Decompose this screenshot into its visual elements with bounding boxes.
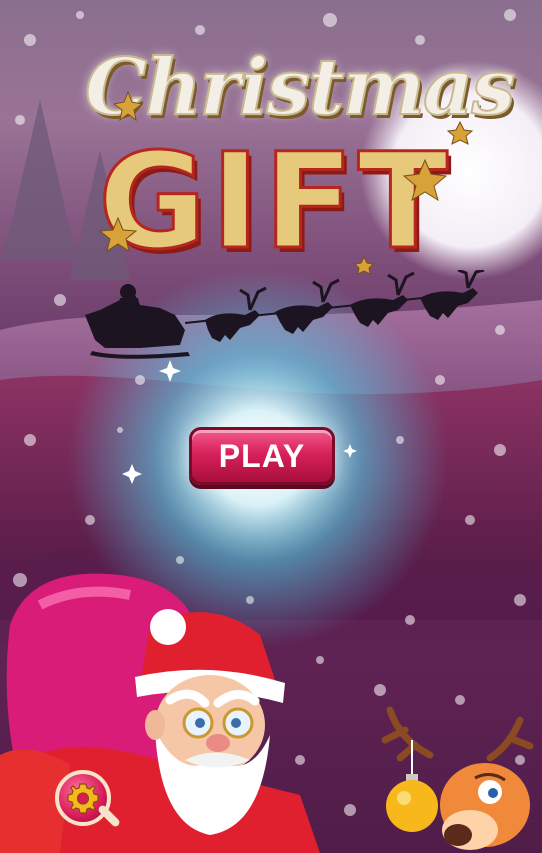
settings-button[interactable]: [55, 770, 111, 826]
christmas-ornament-icon: [386, 774, 438, 832]
santa-character: [0, 573, 320, 853]
reindeer-character: [381, 706, 534, 850]
decorative-stars: [98, 90, 474, 275]
gear-icon: [67, 783, 99, 814]
play-button[interactable]: PLAY: [189, 427, 335, 485]
game-start-screen: Christmas GIFT PLAY: [0, 0, 542, 853]
